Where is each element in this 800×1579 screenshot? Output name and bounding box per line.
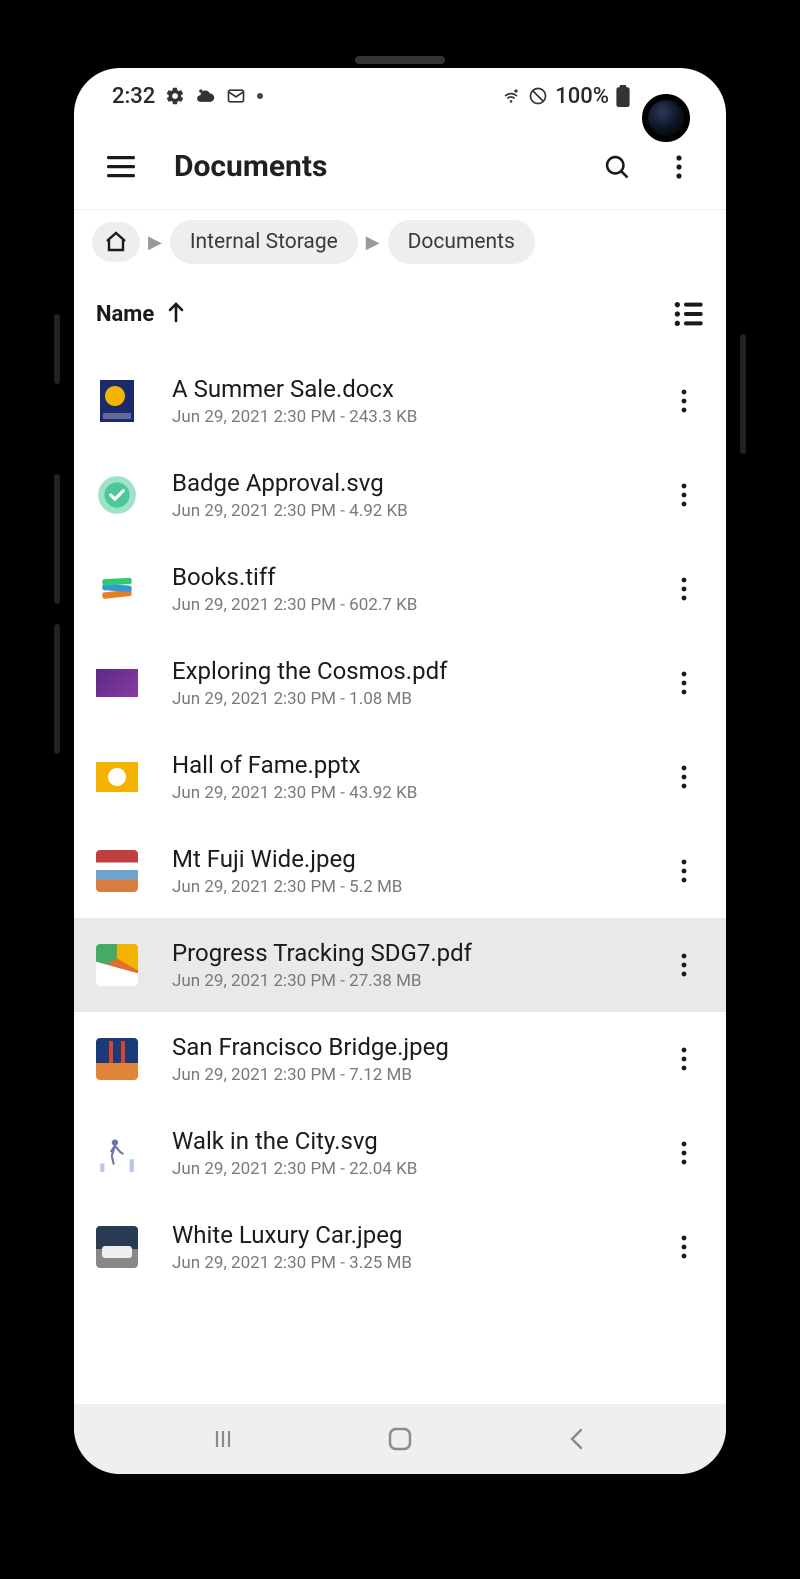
file-more-button[interactable] — [664, 851, 704, 891]
file-thumbnail — [96, 568, 138, 610]
sort-bar: Name — [74, 274, 726, 354]
view-toggle-button[interactable] — [672, 298, 704, 330]
sort-label[interactable]: Name — [96, 302, 154, 327]
file-thumbnail — [96, 1226, 138, 1268]
breadcrumb-documents[interactable]: Documents — [388, 220, 535, 264]
file-name: San Francisco Bridge.jpeg — [172, 1033, 664, 1061]
file-meta: Jun 29, 2021 2:30 PM - 4.92 KB — [172, 501, 664, 521]
status-time: 2:32 — [112, 84, 155, 109]
file-row[interactable]: Badge Approval.svg Jun 29, 2021 2:30 PM -… — [74, 448, 726, 542]
breadcrumb: ▶ Internal Storage ▶ Documents — [74, 210, 726, 274]
more-notifications-icon — [257, 93, 263, 99]
file-meta: Jun 29, 2021 2:30 PM - 602.7 KB — [172, 595, 664, 615]
file-name: Progress Tracking SDG7.pdf — [172, 939, 664, 967]
wifi-icon — [501, 86, 521, 106]
file-name: White Luxury Car.jpeg — [172, 1221, 664, 1249]
file-more-button[interactable] — [664, 945, 704, 985]
search-button[interactable] — [594, 144, 640, 190]
status-bar: 2:32 100% — [74, 68, 726, 124]
file-name: Walk in the City.svg — [172, 1127, 664, 1155]
file-more-button[interactable] — [664, 1039, 704, 1079]
settings-icon — [165, 86, 185, 106]
file-more-button[interactable] — [664, 475, 704, 515]
file-meta: Jun 29, 2021 2:30 PM - 1.08 MB — [172, 689, 664, 709]
file-row[interactable]: Walk in the City.svg Jun 29, 2021 2:30 PM… — [74, 1106, 726, 1200]
file-thumbnail — [96, 662, 138, 704]
battery-icon — [616, 85, 630, 107]
file-row[interactable]: Progress Tracking SDG7.pdf Jun 29, 2021 2… — [74, 918, 726, 1012]
home-button[interactable] — [380, 1419, 420, 1459]
more-options-button[interactable] — [656, 144, 702, 190]
file-meta: Jun 29, 2021 2:30 PM - 3.25 MB — [172, 1253, 664, 1273]
file-row[interactable]: A Summer Sale.docx Jun 29, 2021 2:30 PM -… — [74, 354, 726, 448]
file-meta: Jun 29, 2021 2:30 PM - 27.38 MB — [172, 971, 664, 991]
sort-ascending-icon[interactable] — [166, 301, 186, 327]
file-name: A Summer Sale.docx — [172, 375, 664, 403]
file-thumbnail — [96, 850, 138, 892]
file-meta: Jun 29, 2021 2:30 PM - 43.92 KB — [172, 783, 664, 803]
file-list: A Summer Sale.docx Jun 29, 2021 2:30 PM -… — [74, 354, 726, 1404]
file-more-button[interactable] — [664, 1227, 704, 1267]
app-bar: Documents — [74, 124, 726, 210]
breadcrumb-separator-icon: ▶ — [146, 232, 164, 253]
system-nav-bar — [74, 1404, 726, 1474]
file-name: Exploring the Cosmos.pdf — [172, 657, 664, 685]
file-thumbnail — [96, 474, 138, 516]
recents-button[interactable] — [203, 1419, 243, 1459]
file-row[interactable]: San Francisco Bridge.jpeg Jun 29, 2021 2:… — [74, 1012, 726, 1106]
file-row[interactable]: Mt Fuji Wide.jpeg Jun 29, 2021 2:30 PM - … — [74, 824, 726, 918]
file-name: Badge Approval.svg — [172, 469, 664, 497]
file-name: Hall of Fame.pptx — [172, 751, 664, 779]
menu-button[interactable] — [98, 144, 144, 190]
file-meta: Jun 29, 2021 2:30 PM - 7.12 MB — [172, 1065, 664, 1085]
file-row[interactable]: Exploring the Cosmos.pdf Jun 29, 2021 2:3… — [74, 636, 726, 730]
file-thumbnail — [96, 756, 138, 798]
file-row[interactable]: Books.tiff Jun 29, 2021 2:30 PM - 602.7 K… — [74, 542, 726, 636]
page-title: Documents — [174, 149, 594, 184]
back-button[interactable] — [557, 1419, 597, 1459]
file-thumbnail — [96, 1132, 138, 1174]
file-name: Mt Fuji Wide.jpeg — [172, 845, 664, 873]
file-more-button[interactable] — [664, 757, 704, 797]
file-row[interactable]: Hall of Fame.pptx Jun 29, 2021 2:30 PM - … — [74, 730, 726, 824]
gmail-icon — [225, 86, 247, 106]
file-meta: Jun 29, 2021 2:30 PM - 22.04 KB — [172, 1159, 664, 1179]
file-thumbnail — [96, 944, 138, 986]
file-thumbnail — [96, 380, 138, 422]
front-camera — [642, 94, 690, 142]
breadcrumb-internal-storage[interactable]: Internal Storage — [170, 220, 358, 264]
file-thumbnail — [96, 1038, 138, 1080]
file-more-button[interactable] — [664, 663, 704, 703]
file-more-button[interactable] — [664, 569, 704, 609]
file-row[interactable]: White Luxury Car.jpeg Jun 29, 2021 2:30 P… — [74, 1200, 726, 1294]
file-meta: Jun 29, 2021 2:30 PM - 5.2 MB — [172, 877, 664, 897]
file-more-button[interactable] — [664, 381, 704, 421]
file-name: Books.tiff — [172, 563, 664, 591]
breadcrumb-separator-icon: ▶ — [364, 232, 382, 253]
battery-percent: 100% — [555, 84, 609, 109]
breadcrumb-home[interactable] — [92, 222, 140, 262]
file-meta: Jun 29, 2021 2:30 PM - 243.3 KB — [172, 407, 664, 427]
do-not-disturb-icon — [528, 86, 548, 106]
file-more-button[interactable] — [664, 1133, 704, 1173]
weather-icon — [195, 86, 215, 106]
